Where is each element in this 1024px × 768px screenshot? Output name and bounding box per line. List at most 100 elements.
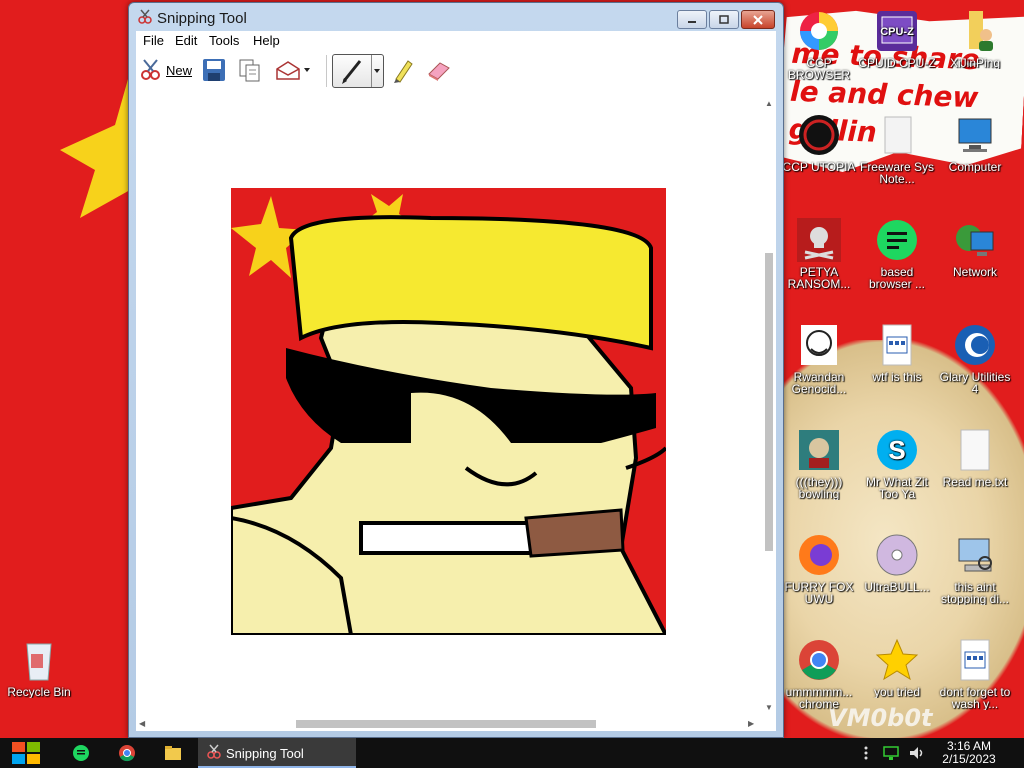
menu-bar: File Edit Tools Help <box>136 31 776 51</box>
desktop-icon-rwandan-genocid[interactable]: Rwandan Genocid... <box>780 322 858 395</box>
menu-file[interactable]: File <box>143 33 164 48</box>
desktop-icon-freeware-sys-note[interactable]: Freeware Sys Note... <box>858 112 936 185</box>
toolbar: New <box>136 51 776 91</box>
menu-tools[interactable]: Tools <box>209 33 239 48</box>
cpu-z-icon: CPU-Z <box>877 11 917 51</box>
desktop-icon-this-aint-stopping[interactable]: this aint stopping di... <box>936 532 1014 605</box>
game-icon <box>799 430 839 470</box>
network-icon <box>883 746 899 760</box>
desktop-icon-computer[interactable]: Computer <box>936 112 1014 173</box>
taskbar-clock[interactable]: 3:16 AM 2/15/2023 <box>936 740 1002 766</box>
desktop-icon-wtf-is-this[interactable]: wtf is this <box>858 322 936 383</box>
pen-button[interactable] <box>332 54 384 88</box>
computer-search-icon <box>958 538 992 572</box>
desktop-icon-they-bowling[interactable]: (((they))) bowling <box>780 427 858 500</box>
new-snip-button[interactable]: New <box>139 55 193 85</box>
desktop-icon-ccp-browser[interactable]: CCP BROWSER <box>780 8 858 81</box>
scroll-left-arrow-icon[interactable]: ◀ <box>139 719 145 728</box>
chat-icon <box>877 220 917 260</box>
html-file-icon <box>882 324 912 366</box>
scissors-icon <box>141 59 160 80</box>
desktop-icon-furry-fox[interactable]: FURRY FOX UWU <box>780 532 858 605</box>
vertical-scroll-thumb[interactable] <box>765 253 773 551</box>
minimize-icon <box>688 20 696 23</box>
glary-icon <box>955 325 995 365</box>
taskbar-chat-app[interactable] <box>68 738 94 768</box>
scroll-down-arrow-icon[interactable]: ▼ <box>765 703 773 712</box>
taskbar-task-label: Snipping Tool <box>226 746 304 761</box>
text-file-icon <box>960 429 990 471</box>
html-file-icon <box>960 639 990 681</box>
scissors-icon <box>137 9 153 28</box>
close-button[interactable] <box>741 10 775 29</box>
pen-dropdown-arrow-icon[interactable] <box>373 68 383 76</box>
dropdown-arrow-icon[interactable] <box>302 66 312 74</box>
recycle-bin-icon <box>26 643 52 681</box>
eraser-button[interactable] <box>426 55 454 85</box>
svg-text:CPU-Z: CPU-Z <box>880 26 914 38</box>
desktop-icon-network[interactable]: Network <box>936 217 1014 278</box>
title-bar[interactable]: Snipping Tool <box>129 3 783 31</box>
taskbar-file-explorer[interactable] <box>160 738 186 768</box>
snipping-tool-window[interactable]: Snipping Tool File Edit Tools Help New ▲… <box>128 2 784 738</box>
tray-volume[interactable] <box>906 738 928 768</box>
snip-canvas[interactable] <box>136 97 762 717</box>
toolbar-separator <box>326 55 327 87</box>
desktop-icon-chrome[interactable]: ummmmm... chrome <box>780 637 858 710</box>
vertical-scrollbar[interactable]: ▲ ▼ <box>762 97 776 717</box>
desktop-icon-cpu-z[interactable]: CPU-Z CPUID CPU-Z <box>858 8 936 69</box>
tray-overflow[interactable] <box>860 738 872 768</box>
captured-snip-image <box>231 188 666 635</box>
desktop-icon-ultrabull[interactable]: UltraBULL... <box>858 532 936 593</box>
desktop-icon-read-me[interactable]: Read me.txt <box>936 427 1014 488</box>
send-snip-button[interactable] <box>274 55 320 85</box>
folder-icon <box>165 746 181 760</box>
windows-logo-icon <box>12 742 40 764</box>
browser-icon <box>800 12 838 50</box>
window-title: Snipping Tool <box>157 10 247 27</box>
scroll-right-arrow-icon[interactable]: ▶ <box>748 719 754 728</box>
save-button[interactable] <box>202 55 228 85</box>
clock-date: 2/15/2023 <box>942 752 996 766</box>
desktop-icon-ccp-utopia[interactable]: CCP UTOPIA <box>780 112 858 173</box>
highlighter-button[interactable] <box>390 55 416 85</box>
scroll-up-arrow-icon[interactable]: ▲ <box>765 99 773 108</box>
desktop-icon-petya-ransom[interactable]: PETYA RANSOM... <box>780 217 858 290</box>
close-icon <box>753 14 763 25</box>
document-icon <box>884 116 912 154</box>
star-icon <box>875 638 919 681</box>
envelope-icon <box>276 61 300 80</box>
taskbar-snipping-tool[interactable]: Snipping Tool <box>198 738 356 768</box>
minimize-button[interactable] <box>677 10 707 29</box>
desktop-icon-xijinping[interactable]: XiJinPing <box>936 8 1014 69</box>
more-vertical-icon <box>864 746 868 760</box>
skype-icon: S <box>877 430 917 470</box>
disc-icon <box>876 534 918 576</box>
taskbar-chrome[interactable] <box>114 738 140 768</box>
eraser-icon <box>428 62 450 81</box>
start-button[interactable] <box>8 738 44 768</box>
horizontal-scrollbar[interactable]: ◀ ▶ <box>136 717 762 731</box>
menu-edit[interactable]: Edit <box>175 33 197 48</box>
desktop-icon-based-browser[interactable]: based browser ... <box>858 217 936 290</box>
desktop-icon-glary-utilities[interactable]: Glary Utilities 4 <box>936 322 1014 395</box>
desktop-icon-dont-forget[interactable]: dont forget to wash y... <box>936 637 1014 710</box>
skull-icon <box>797 218 841 262</box>
svg-text:S: S <box>888 435 905 465</box>
tray-network[interactable] <box>880 738 902 768</box>
folder-person-icon <box>969 11 993 51</box>
new-snip-label: New <box>166 62 193 78</box>
desktop-icon-you-tried[interactable]: you tried <box>858 637 936 698</box>
desktop-icon-recycle-bin[interactable]: Recycle Bin <box>0 637 78 698</box>
chrome-icon <box>799 640 839 680</box>
save-icon <box>203 59 225 81</box>
horizontal-scroll-thumb[interactable] <box>296 720 596 728</box>
desktop-icon-mr-what-zit[interactable]: S Mr What Zit Too Ya <box>858 427 936 500</box>
copy-button[interactable] <box>238 55 264 85</box>
copy-icon <box>239 59 260 82</box>
chrome-icon <box>119 745 135 762</box>
maximize-button[interactable] <box>709 10 739 29</box>
maximize-icon <box>719 15 729 24</box>
chat-icon <box>73 745 89 761</box>
menu-help[interactable]: Help <box>253 33 280 48</box>
